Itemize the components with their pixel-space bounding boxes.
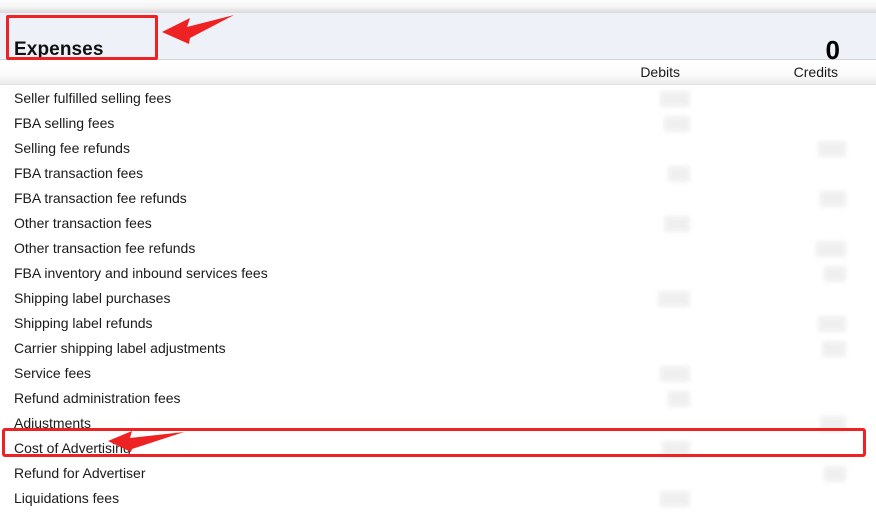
row-label: Refund for Advertiser — [14, 465, 146, 481]
credits-value-redacted — [818, 141, 846, 157]
debits-value-redacted — [668, 391, 690, 407]
debits-value-redacted — [660, 91, 690, 107]
row-label: FBA transaction fee refunds — [14, 190, 187, 206]
row-label: Cost of Advertising — [14, 440, 131, 456]
table-row[interactable]: Liquidations fees — [0, 486, 876, 511]
row-label: Service fees — [14, 365, 92, 381]
credits-value-redacted — [824, 266, 846, 282]
table-row[interactable]: Selling fee refunds — [0, 136, 876, 161]
table-row[interactable]: FBA transaction fee refunds — [0, 186, 876, 211]
column-header-debits: Debits — [640, 64, 680, 80]
row-label: FBA selling fees — [14, 115, 115, 131]
credits-value-redacted — [824, 466, 846, 482]
credits-value-redacted — [822, 341, 846, 357]
debits-value-redacted — [662, 441, 690, 457]
credits-value-redacted — [818, 316, 846, 332]
credits-value-redacted — [820, 191, 846, 207]
credits-value-redacted — [820, 416, 846, 432]
column-header-row: Debits Credits — [0, 61, 876, 85]
row-label: Seller fulfilled selling fees — [14, 90, 172, 106]
expenses-panel: Expenses 0 Debits Credits Seller fulfill… — [0, 0, 876, 532]
table-row[interactable]: Refund for Advertiser — [0, 461, 876, 486]
table-row[interactable]: Refund administration fees — [0, 386, 876, 411]
row-label: Refund administration fees — [14, 390, 181, 406]
row-label: Adjustments — [14, 415, 92, 431]
row-label: FBA inventory and inbound services fees — [14, 265, 268, 281]
row-label: Other transaction fee refunds — [14, 240, 196, 256]
row-label: Other transaction fees — [14, 215, 152, 231]
table-row[interactable]: Service fees — [0, 361, 876, 386]
table-row[interactable]: Seller fulfilled selling fees — [0, 86, 876, 111]
table-row[interactable]: FBA selling fees — [0, 111, 876, 136]
row-label: FBA transaction fees — [14, 165, 144, 181]
table-row[interactable]: Carrier shipping label adjustments — [0, 336, 876, 361]
row-label: Liquidations fees — [14, 490, 120, 506]
panel-header: Expenses 0 — [0, 13, 876, 65]
table-row[interactable]: FBA inventory and inbound services fees — [0, 261, 876, 286]
window-top-strip — [0, 0, 876, 13]
column-header-credits: Credits — [793, 64, 838, 80]
table-row[interactable]: Shipping label refunds — [0, 311, 876, 336]
table-row[interactable]: Shipping label purchases — [0, 286, 876, 311]
table-row[interactable]: FBA transaction fees — [0, 161, 876, 186]
row-label: Carrier shipping label adjustments — [14, 340, 226, 356]
row-label: Shipping label refunds — [14, 315, 153, 331]
row-label: Shipping label purchases — [14, 290, 171, 306]
table-row[interactable]: Cost of Advertising — [0, 436, 876, 461]
row-label: Selling fee refunds — [14, 140, 130, 156]
table-row[interactable]: Other transaction fees — [0, 211, 876, 236]
expenses-row-list: Seller fulfilled selling fees FBA selling… — [0, 86, 876, 511]
debits-value-redacted — [664, 116, 690, 132]
credits-value-redacted — [816, 241, 846, 257]
debits-value-redacted — [668, 166, 690, 182]
debits-value-redacted — [660, 366, 690, 382]
table-row[interactable]: Other transaction fee refunds — [0, 236, 876, 261]
debits-value-redacted — [658, 291, 690, 307]
table-row[interactable]: Adjustments — [0, 411, 876, 436]
debits-value-redacted — [664, 216, 690, 232]
debits-value-redacted — [660, 491, 690, 507]
page-title: Expenses — [14, 39, 104, 60]
